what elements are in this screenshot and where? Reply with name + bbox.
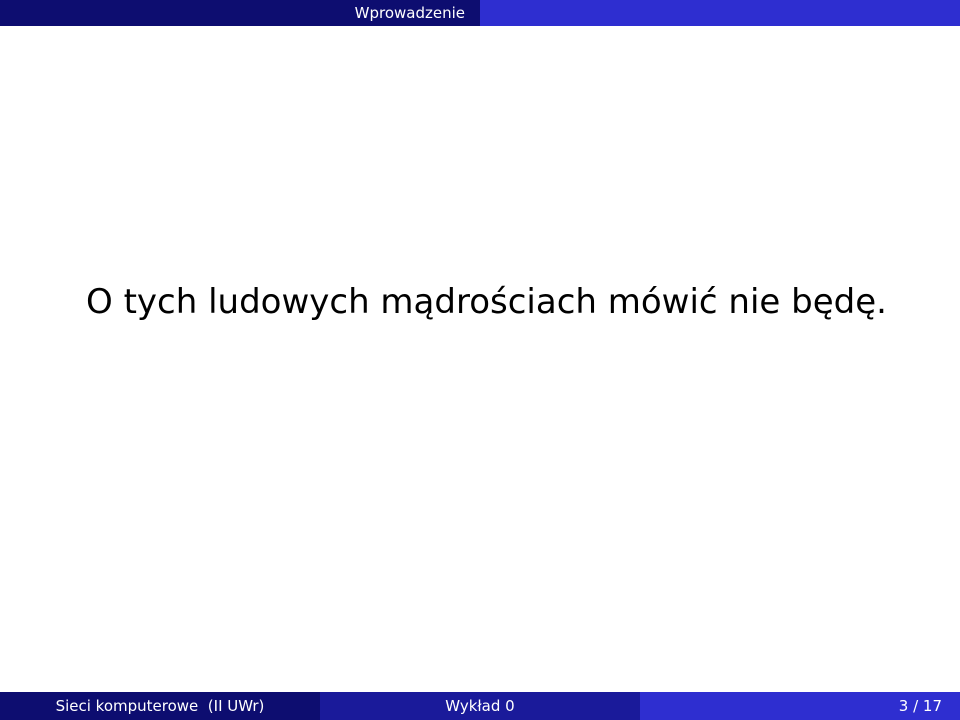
footer-title-text: Wykład 0 xyxy=(445,697,515,715)
page-current: 3 xyxy=(898,697,909,715)
header-bar: Wprowadzenie xyxy=(0,0,960,26)
page-number: 3 / 17 xyxy=(899,697,960,715)
footer-title: Wykład 0 xyxy=(320,692,640,720)
footer-bar: Sieci komputerowe (II UWr) Wykład 0 3 / … xyxy=(0,692,960,720)
footer-author-text: Sieci komputerowe (II UWr) xyxy=(55,697,265,715)
section-title[interactable]: Wprowadzenie xyxy=(355,0,480,26)
header-left: Wprowadzenie xyxy=(0,0,480,26)
footer-author: Sieci komputerowe (II UWr) xyxy=(0,692,320,720)
slide-body-text: O tych ludowych mądrościach mówić nie bę… xyxy=(86,282,887,322)
page-separator: / xyxy=(913,697,919,715)
slide: Wprowadzenie O tych ludowych mądrościach… xyxy=(0,0,960,720)
header-right xyxy=(480,0,960,26)
page-total: 17 xyxy=(922,697,942,715)
footer-page-number: 3 / 17 xyxy=(640,692,960,720)
